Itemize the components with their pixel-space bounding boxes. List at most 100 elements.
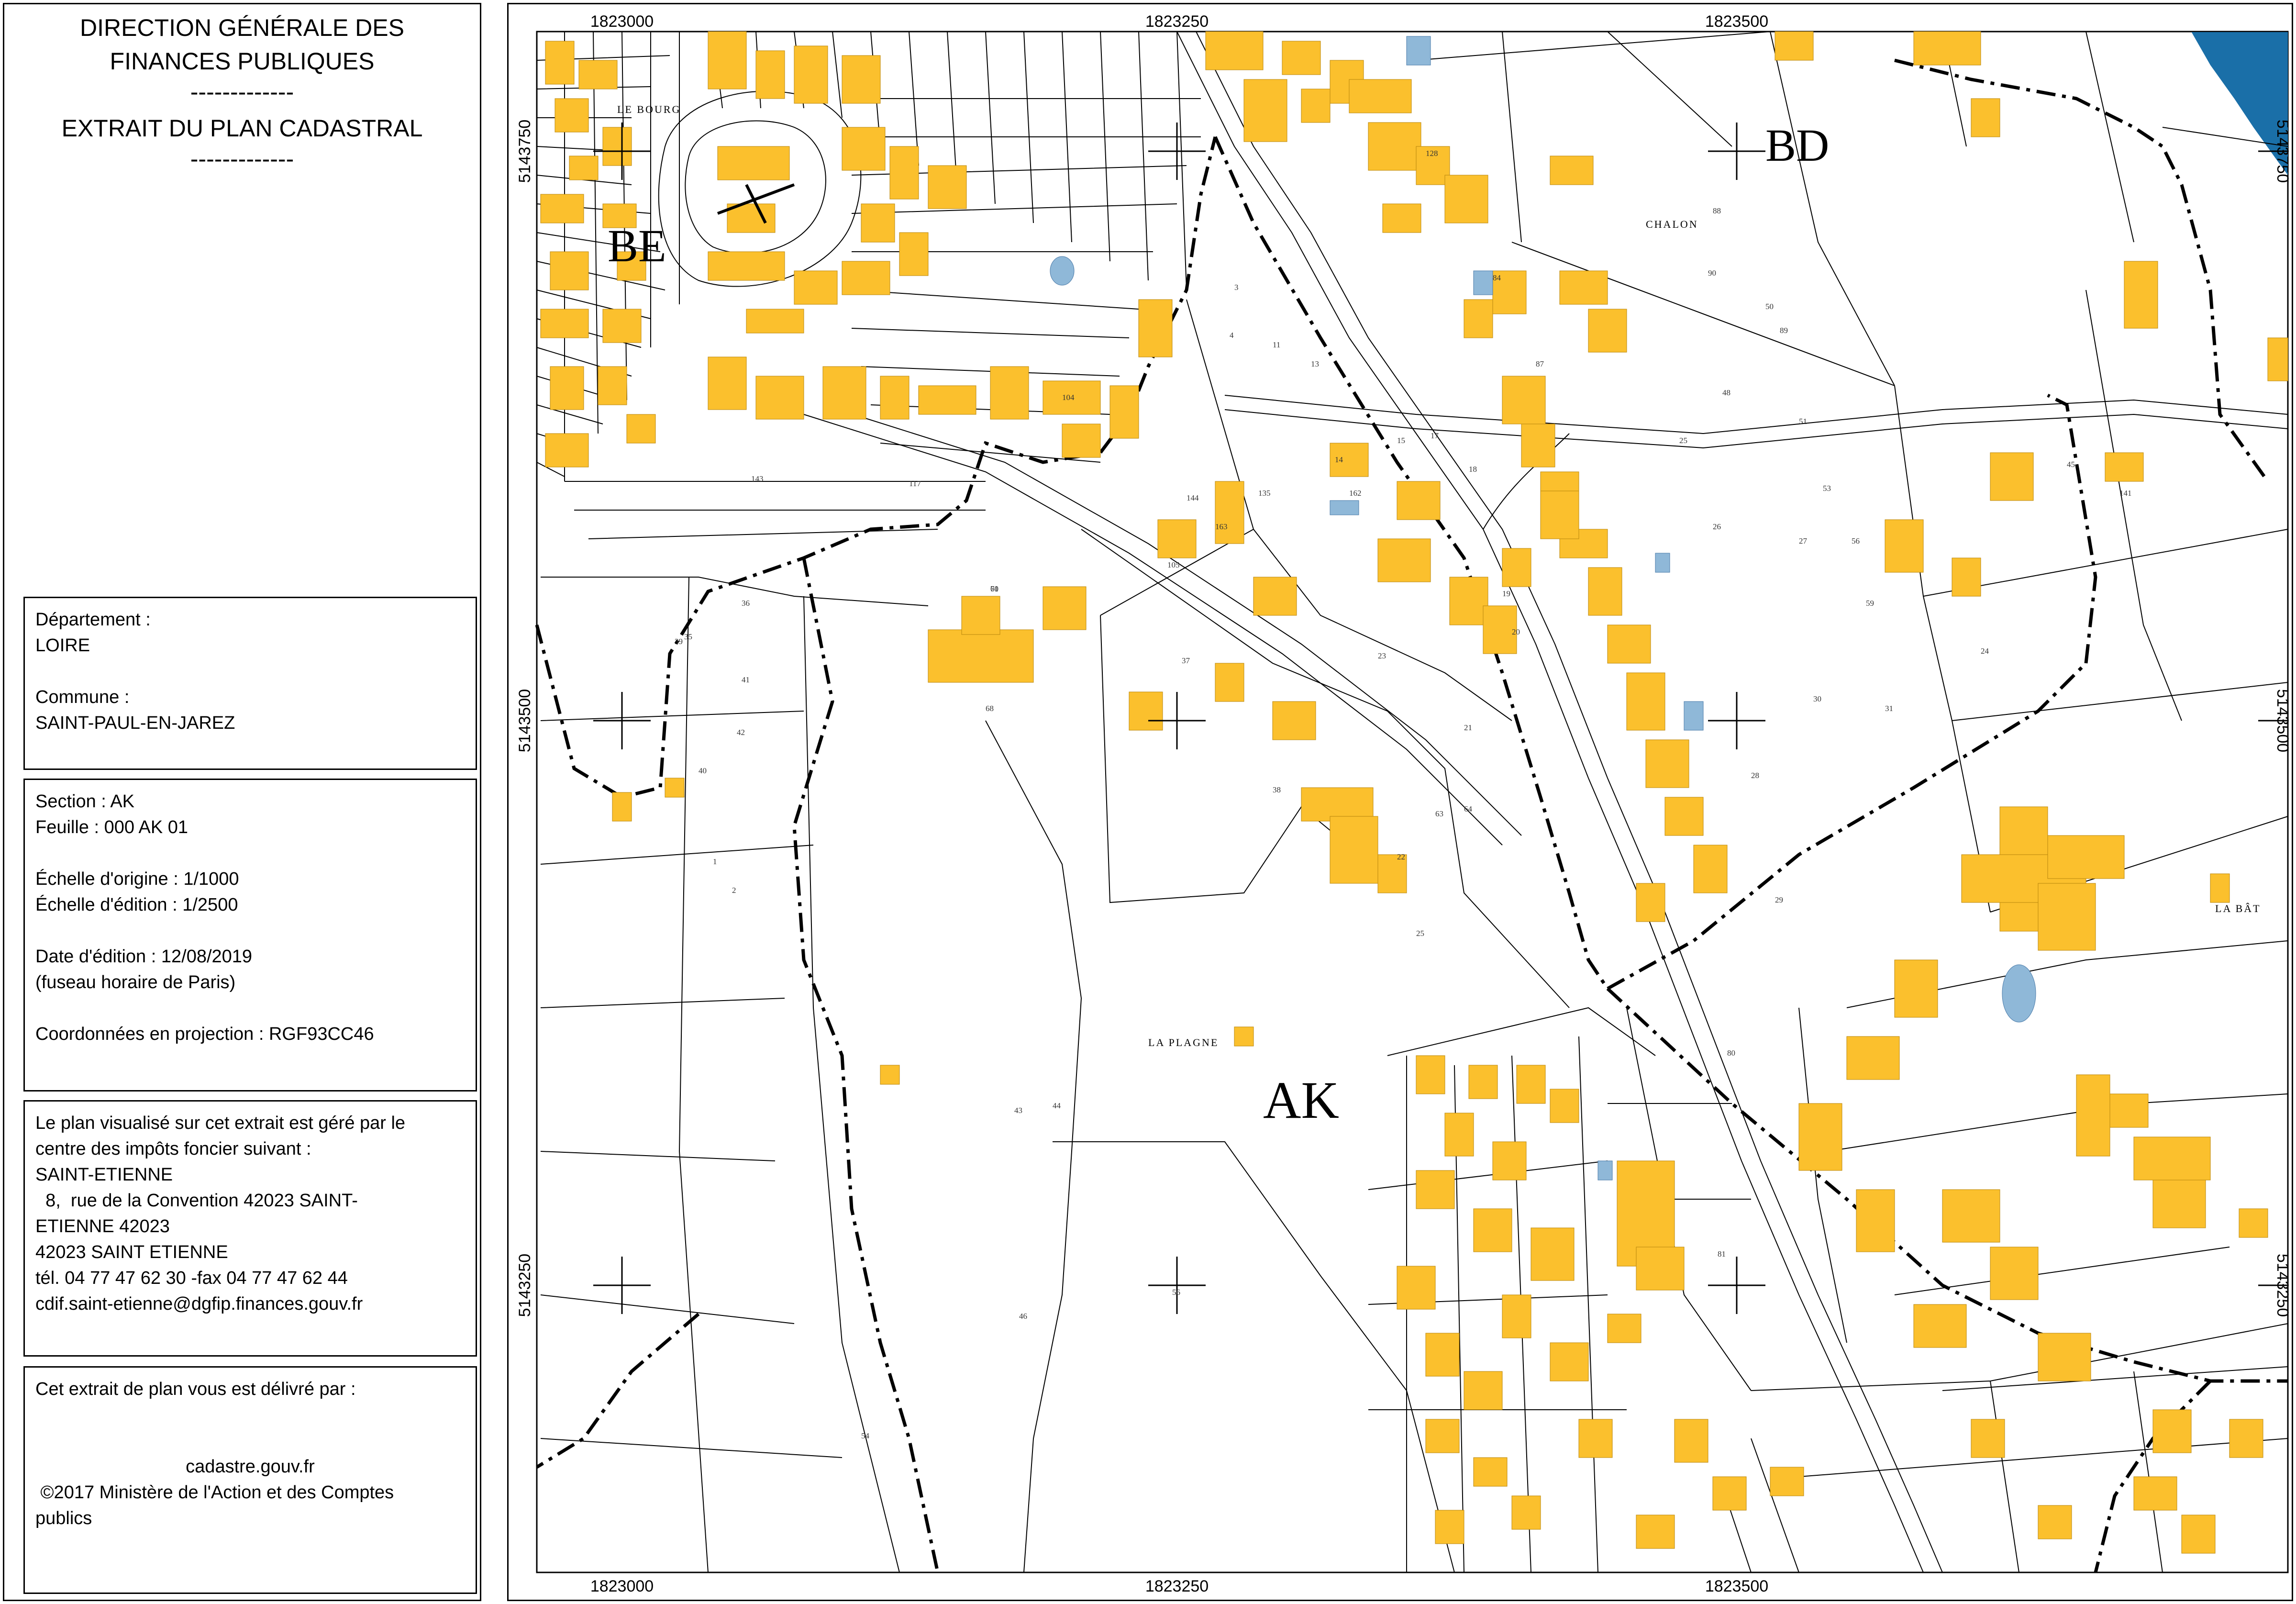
y-coord-label: 5143750 [516, 120, 534, 183]
parcel-number: 14 [1335, 455, 1343, 464]
parcel-number: 63 [1435, 809, 1443, 818]
projection-info: Coordonnées en projection : RGF93CC46 [35, 1024, 374, 1044]
parcel-number: 128 [1426, 149, 1438, 158]
parcel-number: 19 [1502, 589, 1510, 598]
parcel-number: 163 [1215, 522, 1228, 531]
parcel-number: 80 [1727, 1048, 1735, 1058]
map-area [536, 31, 2289, 1573]
parcel-number: 15 [1397, 436, 1405, 445]
parcel-number: 162 [1349, 489, 1362, 498]
x-coord-label: 1823250 [1145, 1577, 1209, 1595]
office-intro: centre des impôts foncier suivant : [35, 1139, 311, 1159]
parcel-number: 46 [1019, 1312, 1027, 1321]
header-title-line2: FINANCES PUBLIQUES [110, 48, 375, 75]
y-coord-label: 5143500 [2274, 689, 2292, 752]
info-panel: DIRECTION GÉNÉRALE DES FINANCES PUBLIQUE… [3, 3, 481, 1601]
parcel-number: 41 [742, 675, 750, 684]
y-coord-label: 5143250 [2274, 1254, 2292, 1317]
cadastral-map[interactable]: 1823000 1823250 1823500 1823000 1823250 … [507, 3, 2293, 1601]
parcel-number: 17 [1431, 431, 1439, 440]
parcel-number: 18 [1469, 465, 1477, 474]
parcel-number: 54 [861, 1431, 870, 1440]
parcel-number: 45 [2067, 460, 2075, 469]
parcel-number: 27 [1799, 536, 1808, 546]
parcel-number: 89 [1780, 326, 1788, 335]
header-separator: ------------- [190, 78, 294, 105]
parcel-number: 51 [1799, 417, 1807, 426]
place-name-chalon: CHALON [1646, 218, 1698, 230]
parcel-number: 20 [1512, 627, 1520, 636]
office-box: Le plan visualisé sur cet extrait est gé… [23, 1100, 477, 1357]
parcel-number: 53 [1823, 484, 1831, 493]
office-intro: Le plan visualisé sur cet extrait est gé… [35, 1113, 406, 1133]
commune-value: SAINT-PAUL-EN-JAREZ [35, 713, 235, 733]
y-coord-label: 5143500 [516, 689, 534, 752]
location-box: Département : LOIRE Commune : SAINT-PAUL… [23, 597, 477, 770]
y-coord-label: 5143250 [516, 1254, 534, 1317]
header-separator: ------------- [190, 145, 294, 172]
place-name-la-bat: LA BÂT [2215, 902, 2261, 914]
parcel-number: 44 [1053, 1101, 1061, 1110]
feuille-value: Feuille : 000 AK 01 [35, 817, 188, 837]
parcel-number: 64 [1464, 804, 1473, 813]
delivery-intro: Cet extrait de plan vous est délivré par… [35, 1379, 356, 1399]
parcel-number: 24 [1981, 646, 1989, 656]
parcel-number: 11 [1273, 340, 1280, 349]
parcel-number: 25 [1679, 436, 1687, 445]
delivery-copyright: ©2017 Ministère de l'Action et des Compt… [35, 1482, 394, 1503]
office-email: cdif.saint-etienne@dgfip.finances.gouv.f… [35, 1294, 363, 1314]
parcel-number: 68 [986, 704, 994, 713]
section-label-ak: AK [1263, 1071, 1339, 1129]
parcel-number: 3 [1234, 283, 1239, 292]
dept-label: Département : [35, 610, 151, 630]
parcel-number: 1 [713, 857, 717, 866]
parcel-number: 29 [1775, 895, 1783, 904]
section-info-box: Section : AK Feuille : 000 AK 01 Échelle… [23, 779, 477, 1092]
delivery-site: cadastre.gouv.fr [186, 1457, 315, 1477]
parcel-number: 38 [1273, 785, 1281, 794]
parcel-number: 50 [1765, 302, 1774, 311]
header-title-line1: DIRECTION GÉNÉRALE DES [80, 14, 404, 41]
parcel-number: 22 [1397, 852, 1405, 861]
parcel-number: 4 [1230, 331, 1234, 340]
echelle-origine: Échelle d'origine : 1/1000 [35, 869, 239, 889]
x-coord-label: 1823250 [1145, 12, 1209, 31]
office-address: 8, rue de la Convention 42023 SAINT- [35, 1191, 358, 1211]
parcel-number: 37 [1182, 656, 1190, 665]
parcel-number: 59 [1866, 599, 1874, 608]
parcel-number: 42 [737, 728, 745, 737]
parcel-number: 28 [1751, 771, 1759, 780]
parcel-number: 43 [1014, 1106, 1022, 1115]
parcel-number: 144 [1187, 493, 1199, 502]
fuseau-horaire: (fuseau horaire de Paris) [35, 972, 236, 992]
x-coord-label: 1823500 [1705, 1577, 1768, 1595]
date-edition: Date d'édition : 12/08/2019 [35, 947, 253, 967]
parcel-number: 13 [1311, 359, 1319, 368]
parcel-number: 36 [742, 599, 750, 608]
parcel-number: 48 [1722, 388, 1730, 397]
x-coord-label: 1823500 [1705, 12, 1768, 31]
parcel-number: 56 [1852, 536, 1860, 546]
section-value: Section : AK [35, 791, 135, 812]
parcel-number: 81 [1718, 1249, 1726, 1259]
x-coord-label: 1823000 [590, 12, 654, 31]
parcel-number: 35 [684, 632, 692, 641]
parcel-number: 117 [909, 479, 921, 488]
delivery-copyright: publics [35, 1508, 92, 1528]
office-address: ETIENNE 42023 [35, 1216, 170, 1236]
parcel-number: 30 [1813, 694, 1821, 703]
parcel-number: 60 [990, 584, 998, 593]
section-label-bd: BD [1765, 120, 1829, 171]
office-city: 42023 SAINT ETIENNE [35, 1242, 228, 1262]
office-name: SAINT-ETIENNE [35, 1165, 173, 1185]
parcel-number: 135 [1258, 489, 1271, 498]
parcel-number: 90 [1708, 268, 1716, 278]
parcel-number: 40 [699, 766, 707, 775]
parcel-number: 26 [1713, 522, 1721, 531]
parcel-number: 104 [1062, 393, 1075, 402]
parcel-number: 84 [1493, 273, 1501, 282]
commune-label: Commune : [35, 687, 130, 707]
parcel-number: 56 [1172, 1288, 1180, 1297]
parcel-number: 25 [1416, 929, 1424, 938]
section-label-be: BE [608, 220, 666, 271]
